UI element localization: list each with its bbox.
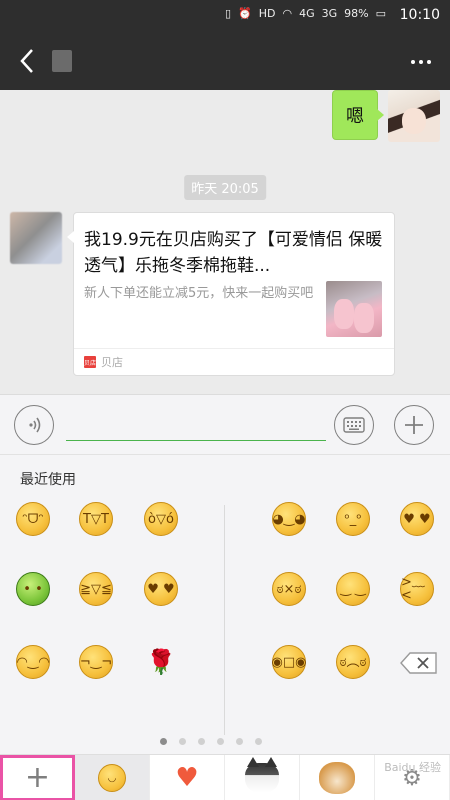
- card-source: 贝店 贝店: [84, 354, 123, 370]
- page-dot: [198, 738, 205, 745]
- rose-emoji[interactable]: 🌹: [144, 645, 178, 679]
- husky-icon: [245, 757, 279, 793]
- smirk-emoji[interactable]: ¬‿¬: [79, 645, 113, 679]
- voice-icon: [29, 417, 41, 433]
- card-description: 新人下单还能立减5元，快来一起购买吧: [84, 286, 314, 301]
- cry-laugh-emoji[interactable]: T▽T: [79, 502, 113, 536]
- backspace-icon: [400, 652, 437, 674]
- chat-area[interactable]: 嗯 昨天 20:05 我19.9元在贝店购买了【可爱情侣 保暖透气】乐拖冬季棉拖…: [0, 90, 450, 390]
- voice-button[interactable]: [14, 405, 54, 445]
- chat-header: [0, 32, 450, 90]
- outgoing-message-bubble[interactable]: 嗯: [332, 90, 384, 140]
- input-bar: [0, 394, 450, 454]
- page-dot: [179, 738, 186, 745]
- heart-icon: ♥: [175, 763, 199, 793]
- shiba-sticker-tab[interactable]: [300, 755, 375, 800]
- recent-emojis-label: 最近使用: [20, 472, 76, 488]
- default-emoji-tab[interactable]: ◡: [75, 755, 150, 800]
- contact-name-blurred: [52, 50, 72, 72]
- card-divider: [74, 348, 394, 349]
- shush-emoji[interactable]: ಠ×ಠ: [272, 572, 306, 606]
- grimace-emoji[interactable]: ò▽ó: [144, 502, 178, 536]
- back-button[interactable]: [12, 46, 42, 76]
- frown-emoji[interactable]: ಠ︵ಠ: [336, 645, 370, 679]
- crying-emoji[interactable]: >﹏<: [400, 572, 434, 606]
- panel-divider: [224, 505, 225, 735]
- add-icon: +: [24, 760, 51, 795]
- signal-4g: 4G: [299, 7, 315, 20]
- emoji-tabbar: + ◡ ♥ ⚙ Baidu 经验: [0, 754, 450, 800]
- battery-icon: ▭: [375, 7, 386, 20]
- tears-joy-emoji[interactable]: ≧▽≦: [79, 572, 113, 606]
- plus-icon: [405, 416, 423, 434]
- source-logo: 贝店: [84, 356, 96, 368]
- wifi-icon: ◠: [282, 7, 293, 20]
- back-arrow-icon: [20, 49, 33, 73]
- heart-eyes-emoji[interactable]: ♥ ♥: [144, 572, 178, 606]
- love-emoji[interactable]: ♥ ♥: [400, 502, 434, 536]
- add-sticker-tab[interactable]: +: [0, 755, 75, 800]
- settings-tab[interactable]: ⚙ Baidu 经验: [375, 755, 450, 800]
- signal-3g: 3G: [321, 7, 338, 20]
- grin-emoji[interactable]: ᵔᗜᵔ: [16, 502, 50, 536]
- green-guy-emoji[interactable]: • •: [16, 572, 50, 606]
- smile2-emoji[interactable]: ◕‿◕: [272, 502, 306, 536]
- page-dot: [236, 738, 243, 745]
- emoji-panel: 最近使用: [0, 454, 450, 754]
- message-timestamp: 昨天 20:05: [184, 175, 266, 200]
- sleepy-emoji[interactable]: ‿ ‿: [336, 572, 370, 606]
- page-dot: [255, 738, 262, 745]
- my-avatar[interactable]: [388, 90, 440, 142]
- clock: 10:10: [399, 7, 440, 23]
- husky-sticker-tab[interactable]: [225, 755, 300, 800]
- keyboard-button[interactable]: [334, 405, 374, 445]
- source-name: 贝店: [101, 356, 123, 369]
- page-dot: [217, 738, 224, 745]
- page-dot: [160, 738, 167, 745]
- smiley-icon: ◡: [98, 764, 126, 792]
- favorites-tab[interactable]: ♥: [150, 755, 225, 800]
- keyboard-icon: [343, 417, 365, 433]
- battery-level: 98%: [344, 7, 369, 20]
- more-dots-icon: [411, 60, 415, 64]
- vibrate-icon: ▯: [224, 7, 232, 20]
- contact-avatar[interactable]: [10, 212, 62, 264]
- smile-emoji[interactable]: ◠‿◠: [16, 645, 50, 679]
- message-input[interactable]: [66, 409, 326, 441]
- status-icons: ▯ ⏰ HD ◠ 4G 3G 98% ▭: [225, 7, 386, 20]
- product-thumbnail: [326, 281, 382, 337]
- more-functions-button[interactable]: [394, 405, 434, 445]
- card-title: 我19.9元在贝店购买了【可爱情侣 保暖透气】乐拖冬季棉拖鞋...: [84, 230, 383, 276]
- awkward-emoji[interactable]: ᵒ_ᵒ: [336, 502, 370, 536]
- alarm-icon: ⏰: [238, 7, 252, 20]
- scared-emoji[interactable]: ◉□◉: [272, 645, 307, 679]
- watermark-text: Baidu 经验: [384, 761, 441, 774]
- delete-button[interactable]: [400, 652, 438, 674]
- emoji-page-indicator: [160, 738, 262, 745]
- status-bar: ▯ ⏰ HD ◠ 4G 3G 98% ▭ 10:10: [0, 0, 450, 32]
- shiba-icon: [319, 762, 355, 794]
- shared-link-card[interactable]: 我19.9元在贝店购买了【可爱情侣 保暖透气】乐拖冬季棉拖鞋... 新人下单还能…: [67, 212, 395, 376]
- more-button[interactable]: [406, 52, 436, 72]
- hd-badge: HD: [258, 7, 276, 20]
